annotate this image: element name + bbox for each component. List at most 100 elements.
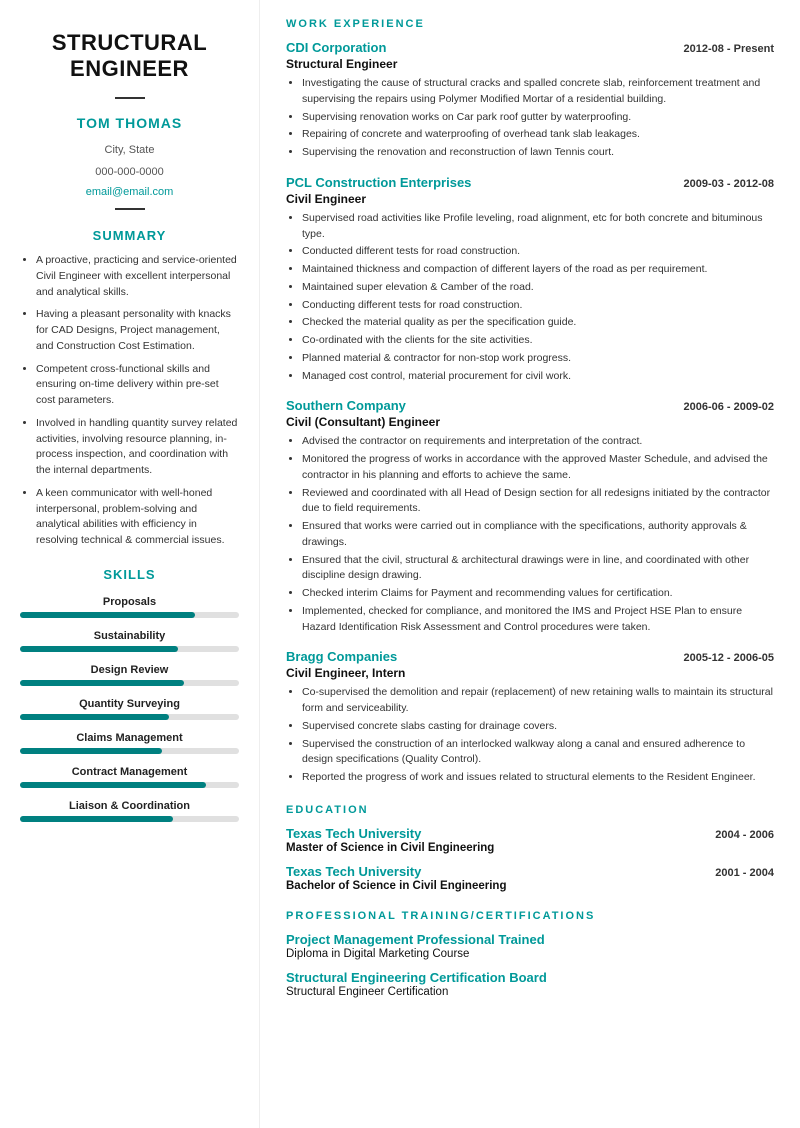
job-title: Civil Engineer [286, 192, 774, 206]
skill-bar-fill [20, 612, 195, 618]
job-entry: PCL Construction Enterprises 2009-03 - 2… [286, 175, 774, 385]
skill-item: Sustainability [20, 630, 239, 652]
job-dates: 2005-12 - 2006-05 [683, 652, 774, 664]
job-company: Bragg Companies [286, 649, 397, 664]
cert-entry: Structural Engineering Certification Boa… [286, 970, 774, 998]
work-experience-title: WORK EXPERIENCE [286, 18, 774, 30]
skill-item: Proposals [20, 596, 239, 618]
summary-item: Involved in handling quantity survey rel… [36, 416, 239, 479]
job-bullet: Planned material & contractor for non-st… [302, 351, 774, 367]
job-bullet: Supervising the renovation and reconstru… [302, 145, 774, 161]
skill-label: Contract Management [20, 766, 239, 778]
job-bullets: Supervised road activities like Profile … [286, 211, 774, 385]
jobs-list: CDI Corporation 2012-08 - Present Struct… [286, 40, 774, 786]
certifications-list: Project Management Professional Trained … [286, 932, 774, 998]
job-bullet: Ensured that the civil, structural & arc… [302, 553, 774, 585]
job-bullet: Repairing of concrete and waterproofing … [302, 127, 774, 143]
job-dates: 2009-03 - 2012-08 [683, 178, 774, 190]
skill-bar-bg [20, 748, 239, 754]
summary-item: A proactive, practicing and service-orie… [36, 253, 239, 300]
education-list: Texas Tech University 2004 - 2006 Master… [286, 826, 774, 892]
skill-item: Liaison & Coordination [20, 800, 239, 822]
job-header: CDI Corporation 2012-08 - Present [286, 40, 774, 55]
edu-entry: Texas Tech University 2004 - 2006 Master… [286, 826, 774, 854]
summary-item: Having a pleasant personality with knack… [36, 307, 239, 354]
job-dates: 2006-06 - 2009-02 [683, 401, 774, 413]
job-bullet: Advised the contractor on requirements a… [302, 434, 774, 450]
job-header: Southern Company 2006-06 - 2009-02 [286, 398, 774, 413]
skill-item: Contract Management [20, 766, 239, 788]
summary-item: Competent cross-functional skills and en… [36, 362, 239, 409]
job-title: Structural Engineer [286, 57, 774, 71]
candidate-name: TOM THOMAS [20, 115, 239, 131]
education-title: EDUCATION [286, 804, 774, 816]
edu-row: Texas Tech University 2004 - 2006 [286, 826, 774, 841]
resume-page: STRUCTURALENGINEER TOM THOMAS City, Stat… [0, 0, 800, 1128]
job-bullet: Ensured that works were carried out in c… [302, 519, 774, 551]
job-entry: Bragg Companies 2005-12 - 2006-05 Civil … [286, 649, 774, 786]
job-bullet: Implemented, checked for compliance, and… [302, 604, 774, 636]
job-bullet: Checked interim Claims for Payment and r… [302, 586, 774, 602]
skill-bar-bg [20, 816, 239, 822]
skill-bar-bg [20, 612, 239, 618]
job-bullets: Co-supervised the demolition and repair … [286, 685, 774, 786]
job-bullet: Monitored the progress of works in accor… [302, 452, 774, 484]
cert-desc: Structural Engineer Certification [286, 986, 774, 998]
skill-label: Design Review [20, 664, 239, 676]
skill-bar-fill [20, 714, 169, 720]
cert-desc: Diploma in Digital Marketing Course [286, 948, 774, 960]
job-dates: 2012-08 - Present [684, 43, 775, 55]
divider-2 [115, 208, 145, 210]
skill-label: Quantity Surveying [20, 698, 239, 710]
job-bullet: Reported the progress of work and issues… [302, 770, 774, 786]
skill-label: Proposals [20, 596, 239, 608]
resume-title: STRUCTURALENGINEER [20, 30, 239, 83]
skill-bar-fill [20, 748, 162, 754]
job-bullet: Maintained super elevation & Camber of t… [302, 280, 774, 296]
job-company: CDI Corporation [286, 40, 386, 55]
skill-label: Liaison & Coordination [20, 800, 239, 812]
job-bullet: Co-supervised the demolition and repair … [302, 685, 774, 717]
sidebar: STRUCTURALENGINEER TOM THOMAS City, Stat… [0, 0, 260, 1128]
edu-dates: 2001 - 2004 [715, 867, 774, 879]
edu-degree: Bachelor of Science in Civil Engineering [286, 880, 774, 892]
skill-bar-bg [20, 680, 239, 686]
email: email@email.com [20, 186, 239, 198]
job-title: Civil (Consultant) Engineer [286, 415, 774, 429]
job-bullet: Conducting different tests for road cons… [302, 298, 774, 314]
skill-bar-fill [20, 782, 206, 788]
job-bullet: Managed cost control, material procureme… [302, 369, 774, 385]
job-title: Civil Engineer, Intern [286, 666, 774, 680]
skill-label: Claims Management [20, 732, 239, 744]
main-content: WORK EXPERIENCE CDI Corporation 2012-08 … [260, 0, 800, 1128]
skill-item: Quantity Surveying [20, 698, 239, 720]
job-company: Southern Company [286, 398, 406, 413]
edu-school: Texas Tech University [286, 826, 421, 841]
skill-bar-bg [20, 714, 239, 720]
cert-name: Project Management Professional Trained [286, 932, 774, 947]
skill-bar-fill [20, 816, 173, 822]
job-bullet: Co-ordinated with the clients for the si… [302, 333, 774, 349]
job-header: PCL Construction Enterprises 2009-03 - 2… [286, 175, 774, 190]
divider-1 [115, 97, 145, 99]
summary-item: A keen communicator with well-honed inte… [36, 486, 239, 549]
job-bullet: Supervised concrete slabs casting for dr… [302, 719, 774, 735]
job-bullet: Maintained thickness and compaction of d… [302, 262, 774, 278]
job-bullet: Supervised road activities like Profile … [302, 211, 774, 243]
job-entry: Southern Company 2006-06 - 2009-02 Civil… [286, 398, 774, 635]
skill-bar-fill [20, 646, 178, 652]
skill-item: Claims Management [20, 732, 239, 754]
skill-bar-fill [20, 680, 184, 686]
job-bullet: Conducted different tests for road const… [302, 244, 774, 260]
edu-entry: Texas Tech University 2001 - 2004 Bachel… [286, 864, 774, 892]
skill-item: Design Review [20, 664, 239, 686]
cert-entry: Project Management Professional Trained … [286, 932, 774, 960]
job-bullet: Supervised the construction of an interl… [302, 737, 774, 769]
summary-title: SUMMARY [20, 228, 239, 243]
job-bullet: Reviewed and coordinated with all Head o… [302, 486, 774, 518]
cert-name: Structural Engineering Certification Boa… [286, 970, 774, 985]
job-bullet: Investigating the cause of structural cr… [302, 76, 774, 108]
edu-row: Texas Tech University 2001 - 2004 [286, 864, 774, 879]
summary-list: A proactive, practicing and service-orie… [20, 253, 239, 549]
edu-school: Texas Tech University [286, 864, 421, 879]
